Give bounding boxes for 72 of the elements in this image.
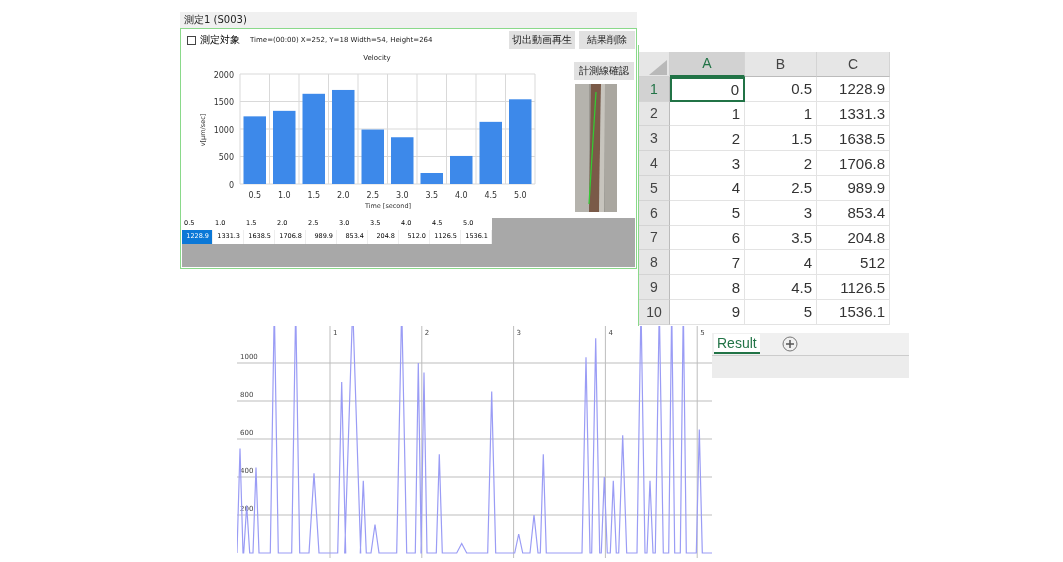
row-header[interactable]: 3: [639, 126, 670, 152]
spreadsheet-cell[interactable]: 4.5: [745, 275, 817, 300]
spreadsheet-cell[interactable]: 204.8: [817, 225, 890, 251]
spreadsheet-cell[interactable]: 4: [670, 176, 745, 201]
y-tick-label: 1500: [213, 98, 234, 107]
spreadsheet-cell[interactable]: 5: [670, 200, 745, 226]
spreadsheet-cell[interactable]: 512: [817, 250, 890, 276]
y-tick-label: 2000: [213, 70, 234, 80]
x-tick-label: 3.5: [425, 191, 439, 200]
x-tick-label: 3.0: [395, 191, 409, 200]
x-tick-label: 0.5: [248, 191, 262, 200]
x-tick-label: 2.0: [336, 191, 350, 200]
row-header[interactable]: 10: [639, 299, 670, 325]
action-button[interactable]: 切出動画再生: [509, 31, 575, 49]
x-tick-label: 1.0: [277, 191, 291, 200]
x-tick-label: 2.5: [366, 191, 380, 200]
spreadsheet-cell[interactable]: 1126.5: [817, 275, 890, 300]
bar: [361, 129, 384, 184]
x-tick-label: 4.0: [454, 191, 468, 200]
spreadsheet-cell[interactable]: 1706.8: [817, 151, 890, 176]
spreadsheet-cell[interactable]: 2.5: [745, 176, 817, 201]
spreadsheet-cell[interactable]: 3: [745, 200, 817, 226]
bar: [450, 155, 473, 184]
x-tick-label: 5.0: [513, 191, 527, 200]
row-header[interactable]: 2: [639, 101, 670, 127]
spreadsheet-cell[interactable]: 1.5: [745, 126, 817, 152]
spreadsheet-cell[interactable]: 1: [670, 101, 745, 127]
row-header[interactable]: 1: [639, 76, 670, 102]
column-header[interactable]: A: [670, 52, 745, 77]
x-tick-label: 1.5: [307, 191, 321, 200]
row-header[interactable]: 6: [639, 200, 670, 226]
panel-tab[interactable]: 測定1 (S003): [180, 12, 637, 28]
spreadsheet-cell[interactable]: 1331.3: [817, 101, 890, 127]
spreadsheet-cell[interactable]: 1: [745, 101, 817, 127]
y-tick-label: 500: [218, 153, 234, 162]
column-header[interactable]: C: [817, 52, 890, 77]
spreadsheet-cell[interactable]: 3.5: [745, 225, 817, 251]
spreadsheet-cell[interactable]: 2: [745, 151, 817, 176]
action-button[interactable]: 結果削除: [579, 31, 635, 49]
add-sheet-icon[interactable]: [781, 335, 798, 352]
spreadsheet-cell[interactable]: 1536.1: [817, 299, 890, 325]
spreadsheet-cell[interactable]: 0: [670, 76, 745, 102]
spreadsheet-cell[interactable]: 0.5: [745, 76, 817, 102]
row-header[interactable]: 9: [639, 275, 670, 300]
spreadsheet-cell[interactable]: 8: [670, 275, 745, 300]
spreadsheet-cell[interactable]: 1228.9: [817, 76, 890, 102]
row-header[interactable]: 5: [639, 176, 670, 201]
spreadsheet-cell[interactable]: 2: [670, 126, 745, 152]
spreadsheet-cell[interactable]: 9: [670, 299, 745, 325]
y-tick-label: 0: [228, 180, 234, 190]
y-tick-label: 1000: [213, 125, 234, 135]
spreadsheet-cell[interactable]: 989.9: [817, 176, 890, 201]
spreadsheet-cell[interactable]: 1638.5: [817, 126, 890, 152]
checkbox-label: 測定対象: [200, 33, 240, 47]
column-header[interactable]: B: [745, 52, 817, 77]
spreadsheet-cell[interactable]: 853.4: [817, 200, 890, 226]
row-header[interactable]: 8: [639, 250, 670, 276]
sheet-tab[interactable]: Result: [714, 333, 760, 354]
x-tick-label: 4.5: [484, 191, 498, 200]
spreadsheet-cell[interactable]: 4: [745, 250, 817, 276]
spreadsheet-cell[interactable]: 5: [745, 299, 817, 325]
spreadsheet-cell[interactable]: 7: [670, 250, 745, 276]
check-line-button[interactable]: 計測線確認: [574, 62, 634, 80]
bar: [420, 173, 443, 184]
bar: [479, 121, 502, 184]
spreadsheet-cell[interactable]: 3: [670, 151, 745, 176]
spreadsheet-cell[interactable]: 6: [670, 225, 745, 251]
bar: [391, 137, 414, 184]
checkbox[interactable]: [187, 35, 196, 45]
bar: [243, 116, 266, 184]
row-header[interactable]: 4: [639, 151, 670, 176]
row-header[interactable]: 7: [639, 225, 670, 251]
